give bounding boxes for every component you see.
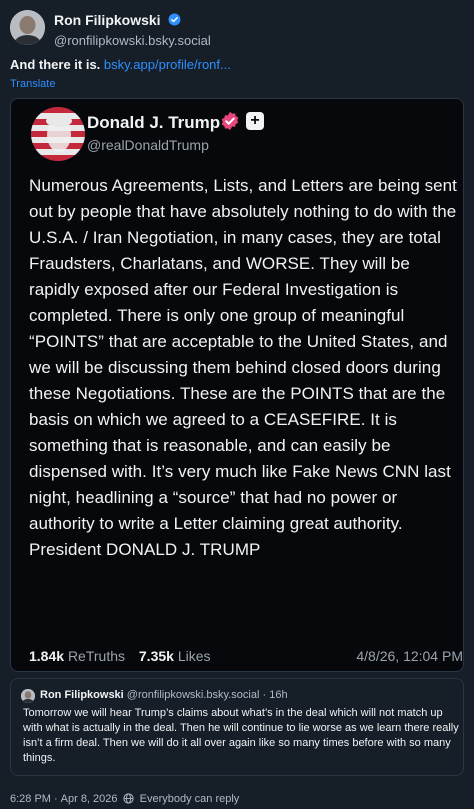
post-link[interactable]: bsky.app/profile/ronf... [104,57,231,72]
follow-plus-icon: + [246,112,264,130]
quote-separator: · [262,689,267,701]
post-footer: 6:28 PM · Apr 8, 2026 Everybody can reply [10,793,239,805]
globe-icon [122,793,134,804]
author-name[interactable]: Ron Filipkowski [54,12,161,28]
quote-header: Ron Filipkowski @ronfilipkowski.bsky.soc… [40,689,288,701]
trump-name: Donald J. Trump [87,113,221,132]
likes-label: Likes [177,648,211,664]
translate-link[interactable]: Translate [10,78,55,90]
quote-age: 16h [269,689,288,701]
likes-count: 7.35k [138,648,174,664]
quote-author-avatar [21,689,35,703]
retruths-count: 1.84k [29,648,65,664]
verified-icon [168,13,181,26]
quote-body: Tomorrow we will hear Trump’s claims abo… [23,707,459,764]
author-handle[interactable]: @ronfilipkowski.bsky.social [54,33,211,48]
post-text: And there it is. bsky.app/profile/ronf..… [10,57,231,72]
truth-stats: 1.84k ReTruths 7.35k Likes 4/8/26, 12:04… [29,648,463,664]
trump-avatar [31,107,85,161]
retruths-label: ReTruths [67,648,125,664]
verified-badge-icon [221,111,239,131]
author-avatar[interactable] [10,10,45,45]
reply-setting[interactable]: Everybody can reply [140,793,240,805]
truth-body: Numerous Agreements, Lists, and Letters … [29,176,457,559]
quote-author-name: Ron Filipkowski [40,689,124,701]
post-time: 6:28 PM [10,793,51,805]
quote-author-handle: @ronfilipkowski.bsky.social [126,689,260,701]
trump-handle: @realDonaldTrump [87,137,209,153]
footer-separator: · [53,793,58,805]
embedded-image-truth-post[interactable]: Donald J. Trump + @realDonaldTrump Numer… [10,98,464,672]
quoted-post[interactable]: Ron Filipkowski @ronfilipkowski.bsky.soc… [10,678,464,776]
truth-date: 4/8/26, 12:04 PM [356,648,463,664]
post-text-body: And there it is. [10,57,101,72]
post-header: Ron Filipkowski @ronfilipkowski.bsky.soc… [10,10,464,48]
post-date: Apr 8, 2026 [60,793,118,805]
